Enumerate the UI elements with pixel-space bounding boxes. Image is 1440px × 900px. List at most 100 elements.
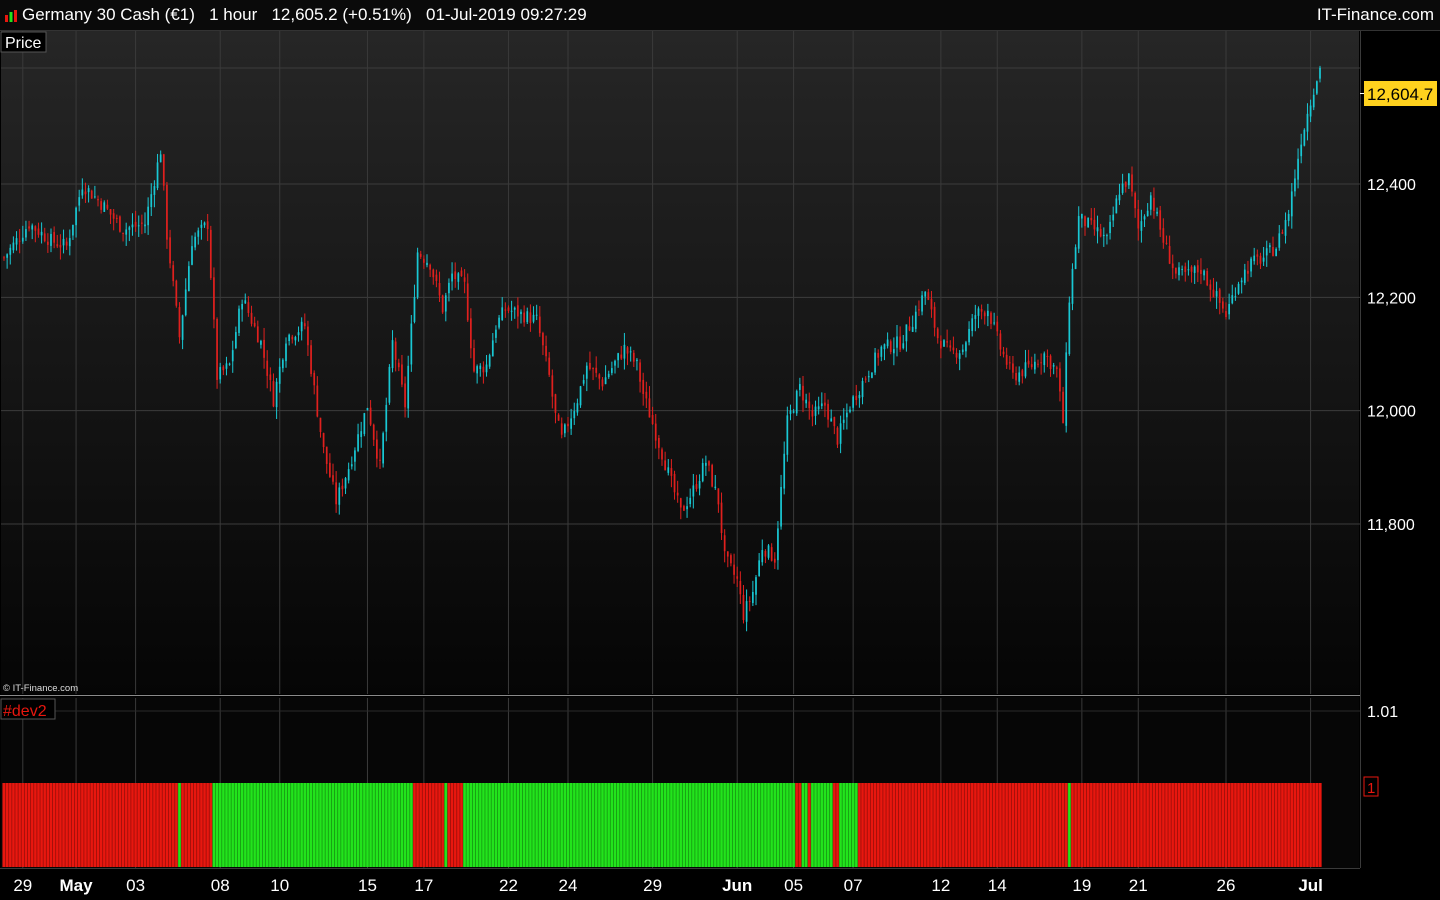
- candle-body: [282, 359, 284, 369]
- candle-body: [658, 437, 660, 448]
- candle-body: [3, 257, 5, 259]
- candle-body: [382, 433, 384, 464]
- candle-body: [68, 238, 71, 247]
- candle-body: [1196, 265, 1199, 273]
- candle-body: [993, 322, 995, 324]
- candle-body: [144, 224, 146, 227]
- candle-body: [316, 385, 319, 417]
- candle-body: [852, 396, 854, 408]
- candle-body: [1294, 178, 1296, 192]
- candle-body: [607, 373, 610, 378]
- candle-body: [1243, 269, 1246, 283]
- candle-body: [310, 345, 312, 374]
- candle-body: [673, 473, 676, 493]
- candle-body: [1037, 363, 1039, 365]
- candle-body: [648, 398, 651, 418]
- candle-body: [1128, 173, 1130, 186]
- candle-body: [1112, 214, 1115, 221]
- candle-body: [708, 461, 710, 466]
- candle-body: [736, 576, 739, 579]
- candle-body: [617, 353, 619, 361]
- candle-body: [488, 355, 491, 367]
- candle-body: [592, 368, 594, 370]
- candle-body: [567, 423, 569, 427]
- candle-body: [961, 349, 964, 352]
- candle-body: [134, 221, 137, 227]
- dev2-histogram: [2, 783, 1322, 867]
- candle-body: [1303, 129, 1306, 146]
- candle-body: [629, 351, 632, 353]
- candle-body: [1121, 183, 1124, 193]
- candle-body: [197, 230, 200, 237]
- candle-body: [256, 326, 259, 343]
- candle-body: [517, 305, 519, 317]
- candle-body: [332, 475, 334, 482]
- candle-body: [808, 401, 811, 409]
- candle-body: [209, 229, 212, 278]
- candle-body: [805, 399, 807, 404]
- candle-body: [1284, 220, 1287, 236]
- candle-body: [1178, 267, 1180, 276]
- candle-body: [1168, 246, 1171, 264]
- candle-body: [119, 216, 121, 232]
- time-tick-label: 22: [499, 876, 518, 895]
- candle-body: [905, 324, 908, 342]
- candle-body: [416, 252, 419, 298]
- candle-body: [34, 226, 37, 231]
- candle-body: [896, 336, 898, 348]
- candle-body: [122, 232, 124, 234]
- candle-body: [219, 367, 222, 380]
- candle-body: [999, 333, 1002, 350]
- candle-body: [169, 237, 171, 264]
- candle-body: [817, 406, 820, 410]
- time-tick-label: May: [60, 876, 94, 895]
- candle-body: [303, 323, 306, 327]
- candle-body: [75, 207, 77, 226]
- candle-body: [542, 332, 544, 346]
- candle-body: [1140, 221, 1143, 231]
- candle-body: [300, 321, 303, 332]
- candle-body: [936, 328, 939, 339]
- candle-body: [1265, 248, 1268, 256]
- candle-body: [153, 186, 156, 195]
- candle-body: [1215, 291, 1218, 297]
- candle-body: [53, 232, 55, 243]
- candle-body: [752, 591, 754, 604]
- candle-body: [642, 379, 645, 394]
- candle-body: [1040, 362, 1042, 364]
- candle-body: [43, 233, 46, 242]
- candle-body: [867, 376, 870, 378]
- candle-body: [1018, 372, 1021, 382]
- candle-body: [1256, 254, 1259, 257]
- time-tick-label: 21: [1129, 876, 1148, 895]
- candle-body: [457, 273, 460, 282]
- candle-body: [6, 254, 8, 258]
- candle-body: [485, 364, 488, 373]
- candle-body: [855, 395, 858, 401]
- candle-body: [407, 365, 410, 409]
- candle-body: [767, 545, 770, 558]
- candle-body: [573, 411, 576, 419]
- candle-body: [247, 302, 250, 313]
- candle-body: [1030, 364, 1033, 368]
- candle-body: [253, 322, 256, 327]
- candle-body: [460, 270, 463, 277]
- candle-body: [394, 341, 397, 360]
- candle-body: [836, 427, 839, 445]
- candle-body: [329, 462, 331, 477]
- candle-body: [889, 341, 892, 353]
- candle-body: [507, 307, 510, 311]
- candle-body: [369, 407, 372, 425]
- candle-body: [410, 323, 413, 365]
- candle-body: [1146, 210, 1149, 217]
- candle-body: [871, 372, 873, 378]
- candle-body: [37, 228, 40, 235]
- candle-body: [689, 497, 692, 505]
- candle-body: [623, 344, 626, 359]
- candle-body: [842, 419, 845, 423]
- price-panel-label: Price: [5, 35, 42, 52]
- candle-body: [645, 391, 648, 399]
- chart-area[interactable]: 11,800 12,000 12,200 12,400 29 May 03 08 10 15 17…: [0, 0, 1440, 900]
- candle-body: [206, 221, 209, 230]
- candle-body: [548, 357, 551, 375]
